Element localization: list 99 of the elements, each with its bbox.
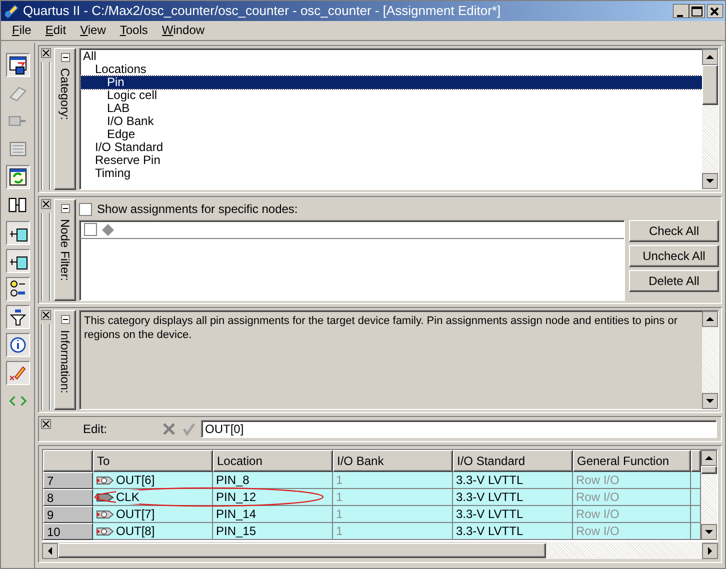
table-cell[interactable] [691,472,701,489]
form-icon[interactable] [6,53,30,77]
pin-name: CLK [116,490,140,504]
column-header[interactable] [691,450,701,472]
scroll-thumb[interactable] [702,65,718,105]
panel-label: Category: [58,68,72,120]
tree-item[interactable]: All [81,50,702,63]
pin-name: OUT[6] [116,473,155,487]
maximize-icon[interactable] [689,4,705,18]
scroll-right-icon[interactable] [702,542,718,558]
column-header[interactable]: I/O Standard [453,450,573,472]
info-icon[interactable] [6,333,30,357]
close-icon[interactable] [41,199,51,209]
table-cell[interactable]: OUT[6] [93,472,213,489]
checkbox[interactable] [84,223,97,236]
table-cell[interactable]: 3.3-V LVTTL [453,523,573,540]
tree-item[interactable]: I/O Bank [81,115,702,128]
row-number: 8 [43,489,93,506]
panel-label: Information: [58,330,72,394]
panel-grip[interactable] [42,324,50,410]
table-cell[interactable]: 3.3-V LVTTL [453,506,573,523]
close-icon[interactable] [707,4,723,18]
panel-label: Node Filter: [58,219,72,282]
action-button[interactable]: Delete All [629,270,719,292]
scroll-thumb[interactable] [701,466,717,474]
table-cell[interactable] [691,523,701,540]
tree-item[interactable]: Timing [81,167,702,180]
table-cell[interactable]: OUT[8] [93,523,213,540]
scroll-down-icon[interactable] [701,524,717,540]
table-cell[interactable] [691,506,701,523]
scroll-up-icon[interactable] [702,49,718,65]
collapse-icon[interactable] [60,53,70,62]
collapse-icon[interactable] [60,315,70,324]
menu-item[interactable]: Tools [112,23,155,38]
scrollbar[interactable] [702,49,718,189]
action-button[interactable]: Check All [629,220,719,242]
minimize-icon[interactable] [673,4,689,18]
scroll-up-icon[interactable] [701,450,717,466]
tree-item[interactable]: Logic cell [81,89,702,102]
scroll-down-icon[interactable] [702,393,718,409]
close-icon[interactable] [41,419,51,429]
menu-item[interactable]: File [5,23,38,38]
edit-label: Edit: [82,422,108,436]
row-number: 10 [43,523,93,540]
row-number: 9 [43,506,93,523]
table-cell[interactable]: 3.3-V LVTTL [453,472,573,489]
column-header[interactable]: I/O Bank [333,450,453,472]
node-row[interactable] [80,221,624,239]
scrollbar[interactable] [701,450,717,540]
panel-grip[interactable] [42,62,50,190]
action-button[interactable]: Uncheck All [629,245,719,267]
table-cell[interactable]: CLK [93,489,213,506]
pencil-icon[interactable] [6,361,30,385]
table-cell[interactable]: PIN_12 [213,489,333,506]
checkbox-label: Show assignments for specific nodes: [97,202,298,216]
tree-item[interactable]: Pin [81,76,702,89]
table-cell[interactable] [691,489,701,506]
tree-item[interactable]: Locations [81,63,702,76]
close-icon[interactable] [41,48,51,58]
table-cell[interactable]: PIN_8 [213,472,333,489]
window-title: Quartus II - C:/Max2/osc_counter/osc_counter - osc_counter - [Assignment Editor*] [23,3,502,18]
tree-item[interactable]: LAB [81,102,702,115]
cancel-icon[interactable] [161,421,177,437]
scroll-down-icon[interactable] [702,173,718,189]
table-cell[interactable]: 3.3-V LVTTL [453,489,573,506]
pin-name: OUT[8] [116,524,155,538]
column-header[interactable]: To [93,450,213,472]
table-cell[interactable]: PIN_14 [213,506,333,523]
corner-cell [43,450,93,472]
table-cell[interactable]: PIN_15 [213,523,333,540]
menu-item[interactable]: View [73,23,113,38]
collapse-icon[interactable] [60,204,70,213]
scroll-up-icon[interactable] [702,311,718,327]
scrollbar[interactable] [42,541,718,559]
tree-item[interactable]: Edge [81,128,702,141]
output-pin-icon [96,474,114,486]
checkmark-icon[interactable] [181,421,197,437]
edit-field[interactable]: OUT[0] [201,420,717,438]
row-number: 7 [43,472,93,489]
checkbox[interactable] [79,202,92,216]
output-pin-icon [96,526,114,536]
refresh-icon[interactable] [6,165,30,189]
tree-item[interactable]: Reserve Pin [81,154,702,167]
menu-item[interactable]: Window [154,23,212,38]
diamond-icon [102,224,114,236]
scrollbar[interactable] [702,311,718,409]
filter-icon[interactable] [6,305,30,329]
close-icon[interactable] [41,310,51,320]
pin-name: OUT[7] [116,507,155,521]
column-header[interactable]: Location [213,450,333,472]
column-header[interactable]: General Function [573,450,691,472]
output-pin-icon [96,508,114,520]
app-logo-icon [3,2,19,19]
tree-item[interactable]: I/O Standard [81,141,702,154]
panel-grip[interactable] [42,213,50,301]
table-cell[interactable]: OUT[7] [93,506,213,523]
info-text: This category displays all pin assignments for the target device family. Pin assignments assign node and entities to pins or regions on the device. [83,314,678,343]
scroll-left-icon[interactable] [42,542,58,558]
menu-item[interactable]: Edit [38,23,74,38]
